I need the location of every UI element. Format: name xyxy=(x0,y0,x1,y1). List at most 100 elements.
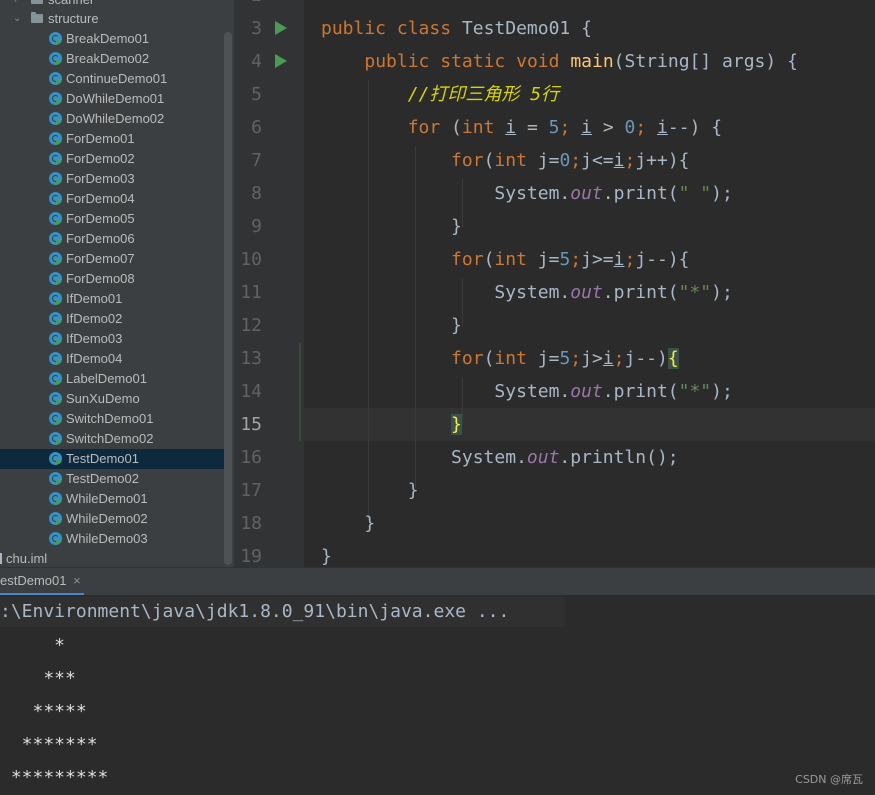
runnable-marker-icon xyxy=(56,419,62,425)
line-number: 4 xyxy=(251,51,262,72)
code-line-17: } xyxy=(407,480,419,501)
tree-item-class[interactable]: IfDemo02 xyxy=(0,309,224,329)
tree-item-class[interactable]: ForDemo08 xyxy=(0,269,224,289)
runnable-marker-icon xyxy=(56,339,62,345)
code-line-4: public static void main(String[] args) { xyxy=(364,51,798,72)
project-scrollbar[interactable] xyxy=(224,32,232,565)
tree-item-class[interactable]: DoWhileDemo02 xyxy=(0,109,224,129)
tree-item-class[interactable]: ForDemo05 xyxy=(0,209,224,229)
run-class-icon[interactable] xyxy=(275,21,287,35)
code-line-11: System.out.print("*"); xyxy=(494,282,733,303)
tree-item-class[interactable]: WhileDemo03 xyxy=(0,529,224,549)
runnable-marker-icon xyxy=(56,99,62,105)
tree-item-class[interactable]: ForDemo07 xyxy=(0,249,224,269)
tree-item-label: SunXuDemo xyxy=(66,391,140,406)
tree-item-class[interactable]: IfDemo03 xyxy=(0,329,224,349)
tree-item-label: DoWhileDemo01 xyxy=(66,91,165,106)
runnable-marker-icon xyxy=(56,279,62,285)
runnable-marker-icon xyxy=(56,519,62,525)
tree-item-class[interactable]: SunXuDemo xyxy=(0,389,224,409)
tree-item-class[interactable]: ForDemo03 xyxy=(0,169,224,189)
line-number: 5 xyxy=(251,84,262,105)
tree-item-class[interactable]: WhileDemo02 xyxy=(0,509,224,529)
line-number: 13 xyxy=(240,348,262,369)
run-console[interactable]: :\Environment\java\jdk1.8.0_91\bin\java.… xyxy=(0,595,875,795)
tree-item-class[interactable]: SwitchDemo01 xyxy=(0,409,224,429)
code-line-5: //打印三角形 5行 xyxy=(407,84,560,105)
tree-item-label: BreakDemo02 xyxy=(66,51,150,66)
line-number: 10 xyxy=(240,249,262,270)
runnable-marker-icon xyxy=(56,199,62,205)
line-number: 18 xyxy=(240,513,262,534)
code-line-6: for (int i = 5; i > 0; i--) { xyxy=(407,117,723,138)
tree-item-label: IfDemo03 xyxy=(66,331,123,346)
folder-icon xyxy=(31,12,43,23)
tree-item-class[interactable]: TestDemo01 xyxy=(0,449,224,469)
line-number: 17 xyxy=(240,480,262,501)
tree-item-iml[interactable]: chu.iml xyxy=(0,549,224,567)
tree-item-class[interactable]: ForDemo01 xyxy=(0,129,224,149)
tree-item-label: ForDemo02 xyxy=(66,151,135,166)
console-command-line: :\Environment\java\jdk1.8.0_91\bin\java.… xyxy=(0,597,565,627)
project-tool-window: › scanner ⌄ structure BreakDemo01BreakDe… xyxy=(0,0,234,567)
tree-item-label: WhileDemo02 xyxy=(66,511,148,526)
line-number: 14 xyxy=(240,381,262,402)
change-marker xyxy=(299,343,301,441)
code-line-10: for(int j=5;j>=i;j--){ xyxy=(451,249,690,270)
runnable-marker-icon xyxy=(56,259,62,265)
folder-icon xyxy=(31,0,43,4)
line-number: 3 xyxy=(251,18,262,39)
tree-item-label: TestDemo02 xyxy=(66,471,139,486)
runnable-marker-icon xyxy=(56,239,62,245)
run-tab-bar: estDemo01 × xyxy=(0,567,875,596)
tree-item-label: IfDemo02 xyxy=(66,311,123,326)
console-output-line: ********* xyxy=(0,767,109,788)
runnable-marker-icon xyxy=(56,399,62,405)
line-number: 16 xyxy=(240,447,262,468)
runnable-marker-icon xyxy=(56,539,62,545)
code-line-8: System.out.print(" "); xyxy=(494,183,733,204)
tree-item-class[interactable]: ForDemo02 xyxy=(0,149,224,169)
chevron-down-icon[interactable]: ⌄ xyxy=(13,9,21,29)
line-number: 2 xyxy=(234,0,262,12)
code-line-7: for(int j=0;j<=i;j++){ xyxy=(451,150,690,171)
tree-item-class[interactable]: ContinueDemo01 xyxy=(0,69,224,89)
run-main-icon[interactable] xyxy=(275,54,287,68)
file-icon xyxy=(0,553,2,564)
tree-item-class[interactable]: LabelDemo01 xyxy=(0,369,224,389)
tree-item-label: WhileDemo03 xyxy=(66,531,148,546)
code-line-9: } xyxy=(451,216,462,237)
code-line-15: } xyxy=(451,414,462,435)
tree-item-structure[interactable]: ⌄ structure xyxy=(0,9,224,29)
tree-item-class[interactable]: ForDemo06 xyxy=(0,229,224,249)
tree-item-class[interactable]: SwitchDemo02 xyxy=(0,429,224,449)
tree-item-class[interactable]: TestDemo02 xyxy=(0,469,224,489)
runnable-marker-icon xyxy=(56,39,62,45)
close-icon[interactable]: × xyxy=(73,573,81,588)
run-tab-testdemo01[interactable]: estDemo01 × xyxy=(0,568,87,596)
line-number: 8 xyxy=(251,183,262,204)
tree-item-class[interactable]: ForDemo04 xyxy=(0,189,224,209)
tree-item-class[interactable]: IfDemo04 xyxy=(0,349,224,369)
tree-item-label: ForDemo05 xyxy=(66,211,135,226)
code-editor[interactable]: public class TestDemo01 { public static … xyxy=(304,0,875,567)
tree-item-label: ForDemo01 xyxy=(66,131,135,146)
tree-item-class[interactable]: BreakDemo02 xyxy=(0,49,224,69)
code-line-16: System.out.println(); xyxy=(451,447,679,468)
runnable-marker-icon xyxy=(56,179,62,185)
runnable-marker-icon xyxy=(56,439,62,445)
tree-item-label: IfDemo01 xyxy=(66,291,123,306)
tree-item-class[interactable]: DoWhileDemo01 xyxy=(0,89,224,109)
code-line-18: } xyxy=(364,513,376,534)
runnable-marker-icon xyxy=(56,499,62,505)
tree-item-class[interactable]: IfDemo01 xyxy=(0,289,224,309)
console-output-line: * xyxy=(0,635,66,656)
tree-item-label: ForDemo06 xyxy=(66,231,135,246)
runnable-marker-icon xyxy=(56,319,62,325)
tree-item-class[interactable]: BreakDemo01 xyxy=(0,29,224,49)
tree-item-class[interactable]: WhileDemo01 xyxy=(0,489,224,509)
runnable-marker-icon xyxy=(56,59,62,65)
code-line-3: public class TestDemo01 { xyxy=(321,18,592,39)
console-output-line: ***** xyxy=(0,701,87,722)
code-line-14: System.out.print("*"); xyxy=(494,381,733,402)
